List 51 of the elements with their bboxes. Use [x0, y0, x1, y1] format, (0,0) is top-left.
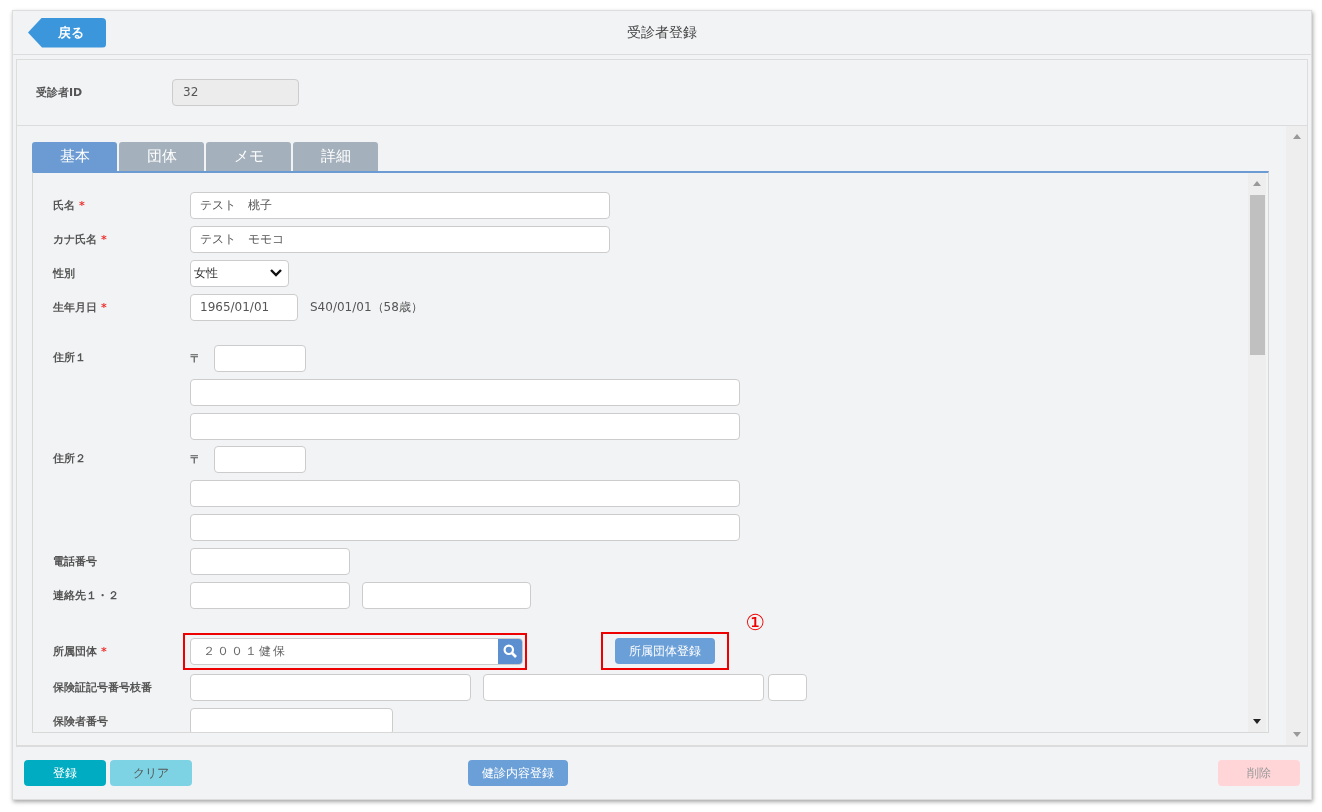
search-button[interactable]: [498, 638, 522, 664]
tab[interactable]: メモ: [206, 142, 291, 171]
footer-button[interactable]: クリア: [110, 760, 192, 786]
search-icon: [503, 644, 517, 658]
field-label: 所属団体 *: [53, 643, 108, 659]
text-field[interactable]: [190, 547, 350, 575]
postal-mark: 〒: [190, 452, 202, 467]
text-field[interactable]: テスト 桃子: [190, 191, 610, 219]
scrollbar[interactable]: [1248, 173, 1266, 732]
field-label: カナ氏名 *: [53, 231, 108, 247]
postal-code-field[interactable]: [214, 446, 306, 473]
footer-button[interactable]: 健診内容登録: [468, 760, 568, 786]
footer-button[interactable]: 削除: [1218, 760, 1300, 786]
field-label: 受診者ID: [36, 85, 84, 100]
scrollbar[interactable]: [1286, 126, 1307, 745]
field-label: 住所１: [53, 350, 87, 365]
back-button[interactable]: 戻る: [28, 17, 106, 48]
address-field[interactable]: [190, 413, 740, 440]
field-label: 連絡先１・２: [53, 587, 120, 603]
chevron-down-icon: [270, 269, 282, 277]
text-field[interactable]: [483, 673, 764, 701]
field-label: 住所２: [53, 451, 87, 466]
text-field[interactable]: [190, 581, 350, 609]
postal-mark: 〒: [190, 351, 202, 366]
text-field[interactable]: テスト モモコ: [190, 225, 610, 253]
field-label: 氏名 *: [53, 197, 86, 213]
field-label: 電話番号: [53, 553, 98, 569]
text-field[interactable]: [190, 673, 471, 701]
field-label: 性別: [53, 265, 76, 281]
text-field[interactable]: [362, 581, 531, 609]
text-field[interactable]: [768, 673, 807, 701]
tab[interactable]: 団体: [119, 142, 204, 171]
field-label: 保険証記号番号枝番: [53, 679, 153, 695]
address-field[interactable]: [190, 480, 740, 507]
postal-code-field[interactable]: [214, 345, 306, 372]
tab[interactable]: 基本: [32, 142, 117, 171]
era-date-text: S40/01/01（58歳）: [310, 298, 423, 316]
field-label: 保険者番号: [53, 713, 109, 729]
footer-button[interactable]: 登録: [24, 760, 106, 786]
group-register-button[interactable]: 所属団体登録: [615, 638, 715, 664]
address-field[interactable]: [190, 379, 740, 406]
date-field[interactable]: 1965/01/01: [190, 293, 298, 321]
field-label: 生年月日 *: [53, 299, 108, 315]
id-field: 32: [172, 79, 299, 106]
address-field[interactable]: [190, 514, 740, 541]
search-field[interactable]: ２００１健保: [190, 637, 523, 665]
text-field[interactable]: [190, 707, 393, 732]
select-field[interactable]: 女性: [190, 259, 289, 287]
window-title: 受診者登録: [627, 23, 697, 42]
tab[interactable]: 詳細: [293, 142, 378, 171]
annotation-number: ①: [745, 612, 765, 634]
